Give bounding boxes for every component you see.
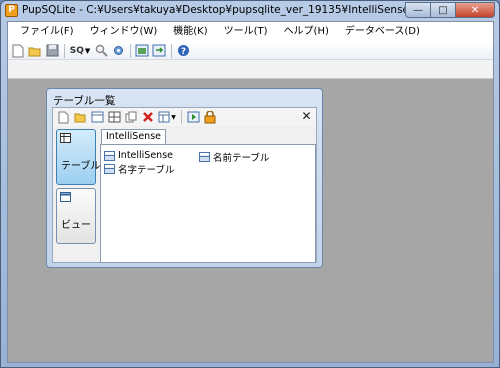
run-icon[interactable] <box>185 109 201 125</box>
list-item[interactable]: IntelliSense <box>104 150 173 161</box>
list-item[interactable]: 名字テーブル <box>104 162 174 176</box>
toolbar-separator <box>130 43 131 58</box>
lock-icon[interactable] <box>202 109 218 125</box>
maximize-button[interactable]: □ <box>430 2 455 18</box>
toolbar-separator <box>171 43 172 58</box>
mdi-client: ファイル(F) ウィンドウ(W) 機能(K) ツール(T) ヘルプ(H) データ… <box>7 21 494 363</box>
menu-file[interactable]: ファイル(F) <box>12 22 82 42</box>
view-options-icon[interactable]: ▼ <box>157 109 177 125</box>
copy-icon[interactable] <box>123 109 139 125</box>
table-view-icon[interactable] <box>134 43 150 59</box>
search-icon[interactable] <box>93 43 109 59</box>
toolbar-separator <box>64 43 65 58</box>
table-list-title: テーブル一覧 <box>53 95 116 107</box>
views-label: ビュー <box>61 220 91 231</box>
table-tab-area: IntelliSense IntelliSense 名前テーブル 名字テーブル <box>100 129 317 263</box>
table-icon <box>199 152 210 162</box>
chevron-down-icon[interactable]: ▼ <box>85 47 90 55</box>
window-title: PupSQLite - C:¥Users¥takuya¥Desktop¥pups… <box>22 4 426 16</box>
columns-icon[interactable] <box>106 109 122 125</box>
save-icon[interactable] <box>44 43 60 59</box>
sql-icon-label: SQ <box>69 45 84 56</box>
title-bar[interactable]: P PupSQLite - C:¥Users¥takuya¥Desktop¥pu… <box>1 1 499 21</box>
menubar: ファイル(F) ウィンドウ(W) 機能(K) ツール(T) ヘルプ(H) データ… <box>8 22 493 42</box>
list-item-label: 名前テーブル <box>213 153 270 164</box>
svg-text:?: ? <box>180 47 185 57</box>
child-close-button[interactable]: ✕ <box>300 110 313 123</box>
new-file-icon[interactable] <box>10 43 26 59</box>
table-list-window[interactable]: テーブル一覧 ▼ ✕ テーブル ビュー IntelliSense Intelli… <box>46 88 323 268</box>
table-list-panel: IntelliSense 名前テーブル 名字テーブル <box>100 144 316 263</box>
close-button[interactable]: ✕ <box>455 2 495 18</box>
chevron-down-icon[interactable]: ▼ <box>171 114 176 121</box>
table-icon <box>104 164 115 174</box>
delete-icon[interactable] <box>140 109 156 125</box>
menu-features[interactable]: 機能(K) <box>165 22 215 42</box>
settings-icon[interactable] <box>110 43 126 59</box>
help-icon[interactable]: ? <box>175 43 191 59</box>
table-list-body: ▼ ✕ テーブル ビュー IntelliSense IntelliSense 名… <box>52 107 317 263</box>
main-window: P PupSQLite - C:¥Users¥takuya¥Desktop¥pu… <box>0 0 500 368</box>
views-button[interactable]: ビュー <box>56 188 96 244</box>
table-icon[interactable] <box>89 109 105 125</box>
minimize-button[interactable]: — <box>405 2 430 18</box>
toolbar-separator <box>181 110 182 124</box>
sql-icon[interactable]: SQ ▼ <box>68 43 92 59</box>
list-item-label: IntelliSense <box>118 150 174 161</box>
menu-tools[interactable]: ツール(T) <box>216 22 276 42</box>
list-item[interactable]: 名前テーブル <box>199 150 269 164</box>
table-list-toolbar: ▼ ✕ <box>53 108 316 126</box>
table-icon <box>104 150 115 161</box>
object-type-sidebar: テーブル ビュー <box>54 129 100 263</box>
toolbar-strip <box>8 60 493 79</box>
caption-buttons: — □ ✕ <box>405 2 495 18</box>
menu-window[interactable]: ウィンドウ(W) <box>82 22 166 42</box>
list-item-label: 名字テーブル <box>118 165 175 176</box>
open-folder-icon[interactable] <box>27 43 43 59</box>
new-table-icon[interactable] <box>55 109 71 125</box>
tab-intellisense[interactable]: IntelliSense <box>101 129 167 144</box>
menu-help[interactable]: ヘルプ(H) <box>276 22 337 42</box>
export-icon[interactable] <box>151 43 167 59</box>
app-icon[interactable]: P <box>5 4 18 17</box>
table-grid-icon <box>60 133 71 143</box>
main-toolbar: SQ ▼ ? <box>8 42 493 60</box>
tables-label: テーブル <box>61 161 101 172</box>
tables-button[interactable]: テーブル <box>56 129 100 185</box>
menu-database[interactable]: データベース(D) <box>337 22 428 42</box>
open-icon[interactable] <box>72 109 88 125</box>
view-window-icon <box>60 192 71 202</box>
